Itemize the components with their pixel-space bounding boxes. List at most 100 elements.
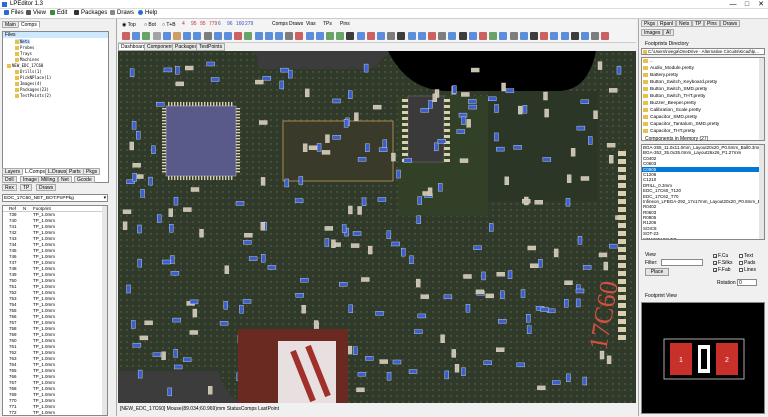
tab-net[interactable]: Net bbox=[58, 176, 72, 183]
toolbar-icon[interactable] bbox=[519, 32, 528, 40]
toolbar-icon[interactable] bbox=[315, 32, 324, 40]
radio-bot[interactable]: ○ Bot bbox=[144, 22, 156, 28]
checkbox-pads[interactable]: Pads bbox=[739, 260, 755, 266]
toolbar-icon[interactable] bbox=[570, 32, 579, 40]
toolbar-icon[interactable] bbox=[193, 32, 202, 40]
tab-layers[interactable]: Layers bbox=[2, 168, 24, 175]
toolbar-icon[interactable] bbox=[581, 32, 589, 40]
toolbar-icon[interactable] bbox=[254, 32, 263, 40]
tab-pkgs[interactable]: Pkgs bbox=[641, 20, 659, 27]
mem-item[interactable]: STM32F100VET bbox=[642, 237, 764, 239]
toolbar-tab-tps[interactable]: TPs bbox=[323, 21, 332, 27]
toolbar-tab-pins[interactable]: Pins bbox=[340, 21, 350, 27]
pcb-canvas[interactable]: 17C60 bbox=[118, 51, 636, 403]
footprint-dir-list[interactable]: .. Audio_Module.pretty Battery.pretty Butto… bbox=[641, 57, 765, 141]
tab-nets[interactable]: Nets bbox=[676, 20, 693, 27]
tab-parts[interactable]: Parts bbox=[66, 168, 84, 175]
toolbar-icon[interactable] bbox=[264, 32, 273, 40]
list-item[interactable]: 772 TP_1.0mm bbox=[3, 410, 107, 415]
toolbar-icon[interactable] bbox=[366, 32, 375, 40]
toolbar-icon[interactable] bbox=[305, 32, 314, 40]
dir-item[interactable]: Capacitor_SMD.pretty bbox=[642, 114, 764, 121]
minimize-button[interactable]: — bbox=[726, 0, 740, 9]
tab-comps[interactable]: Comps bbox=[18, 21, 40, 28]
menu-edit[interactable]: Edit bbox=[50, 10, 67, 16]
toolbar-icon[interactable] bbox=[397, 32, 406, 40]
dir-item[interactable]: Capacitor_Tantalum_SMD.pretty bbox=[642, 121, 764, 128]
toolbar-icon[interactable] bbox=[407, 32, 416, 40]
dir-item[interactable]: .. bbox=[642, 58, 764, 65]
tree-item-nets[interactable]: Nets bbox=[15, 39, 30, 44]
tree-item-drills[interactable]: Drills(1) bbox=[15, 69, 42, 74]
toolbar-icon[interactable] bbox=[468, 32, 477, 40]
toolbar-icon[interactable] bbox=[438, 32, 447, 40]
toolbar-icon[interactable] bbox=[122, 32, 130, 40]
toolbar-icon[interactable] bbox=[509, 32, 518, 40]
checkbox-text[interactable]: Text bbox=[739, 253, 753, 259]
tree-item-images[interactable]: Images(4) bbox=[15, 81, 42, 86]
tab-main[interactable]: Main bbox=[2, 21, 19, 28]
footprint-path-field[interactable]: C:\Users\nvega\OneDrive - Alternative Ci… bbox=[641, 48, 765, 55]
checkbox-fcu[interactable]: ✓F.Cu bbox=[713, 253, 728, 259]
toolbar-icon[interactable] bbox=[326, 32, 334, 40]
tab-milling[interactable]: Milling bbox=[38, 176, 59, 183]
toolbar-icon[interactable] bbox=[285, 32, 294, 40]
toolbar-icon[interactable] bbox=[387, 32, 396, 40]
tab-drill[interactable]: Drill bbox=[2, 176, 17, 183]
toolbar-icon[interactable] bbox=[224, 32, 232, 40]
tab-tp[interactable]: TP bbox=[20, 184, 33, 191]
toolbar-tab-comps[interactable]: Comps bbox=[272, 21, 288, 27]
toolbar-icon[interactable] bbox=[489, 32, 498, 40]
place-button[interactable]: Place bbox=[645, 268, 669, 276]
tab-pkgs[interactable]: Pkgs bbox=[83, 168, 101, 175]
toolbar-icon[interactable] bbox=[560, 32, 569, 40]
toolbar-icon[interactable] bbox=[142, 32, 151, 40]
dir-item[interactable]: Button_Switch_Keyboard.pretty bbox=[642, 79, 764, 86]
tree-item-picknplace[interactable]: PickNPlace(1) bbox=[15, 75, 51, 80]
radio-tb[interactable]: ○ T+B bbox=[162, 22, 176, 28]
tab-testpoints[interactable]: TestPoints bbox=[196, 43, 226, 51]
toolbar-icon[interactable] bbox=[275, 32, 283, 40]
toolbar-icon[interactable] bbox=[417, 32, 426, 40]
tab-pins[interactable]: Pins bbox=[704, 20, 720, 27]
toolbar-icon[interactable] bbox=[336, 32, 345, 40]
radio-top[interactable]: ◉ Top bbox=[122, 22, 136, 28]
tree-item-machines[interactable]: Machines bbox=[15, 57, 39, 62]
maximize-button[interactable]: □ bbox=[740, 0, 754, 9]
toolbar-icon[interactable] bbox=[550, 32, 559, 40]
menu-draws[interactable]: Draws bbox=[110, 10, 134, 16]
toolbar-icon[interactable] bbox=[162, 32, 171, 40]
tab-rex[interactable]: Rex bbox=[2, 184, 17, 191]
toolbar-icon[interactable] bbox=[203, 32, 212, 40]
tree-item-probes[interactable]: Probes bbox=[15, 45, 34, 50]
tab-image[interactable]: Image bbox=[20, 176, 40, 183]
menu-files[interactable]: Files bbox=[4, 10, 24, 16]
toolbar-icon[interactable] bbox=[530, 32, 538, 40]
toolbar-icon[interactable] bbox=[458, 32, 467, 40]
layer-selector[interactable]: EDC_17C60_NET_BOT:PnPPkg ▾ bbox=[2, 194, 108, 202]
menu-packages[interactable]: Packages bbox=[74, 10, 107, 16]
mem-item[interactable]: Infineon_LFBGA-292_17x17mm_Layout20x20_P… bbox=[642, 199, 764, 204]
toolbar-icon[interactable] bbox=[601, 32, 610, 40]
toolbar-icon[interactable] bbox=[377, 32, 385, 40]
tab-draws[interactable]: Draws bbox=[36, 184, 57, 191]
dir-scrollbar[interactable] bbox=[759, 58, 764, 140]
tab-tp[interactable]: TP bbox=[692, 20, 705, 27]
dir-item[interactable]: Capacitor_THT.pretty bbox=[642, 128, 764, 135]
toolbar-icon[interactable] bbox=[540, 32, 549, 40]
tree-item-trays[interactable]: Trays bbox=[15, 51, 32, 56]
toolbar-icon[interactable] bbox=[183, 32, 192, 40]
toolbar-icon[interactable] bbox=[234, 32, 243, 40]
toolbar-icon[interactable] bbox=[295, 32, 304, 40]
checkbox-fsilks[interactable]: ✓F.Silks bbox=[713, 260, 732, 266]
dir-item[interactable]: Battery.pretty bbox=[642, 72, 764, 79]
tab-draws[interactable]: Draws bbox=[720, 20, 741, 27]
dir-item[interactable]: Buzzer_Beeper.pretty bbox=[642, 100, 764, 107]
toolbar-icon[interactable] bbox=[428, 32, 436, 40]
filter-input[interactable] bbox=[661, 259, 703, 266]
component-list[interactable]: Ref N Footprint 739 TP_1.0mm 740 TP_1.0mm 74… bbox=[2, 205, 108, 416]
dir-item[interactable]: Calibration_Scale.pretty bbox=[642, 107, 764, 114]
menu-help[interactable]: Help bbox=[138, 10, 157, 16]
tree-item-packages[interactable]: Packages(23) bbox=[15, 87, 49, 92]
tree-item-testpoints[interactable]: TestPoints(2) bbox=[15, 93, 51, 98]
